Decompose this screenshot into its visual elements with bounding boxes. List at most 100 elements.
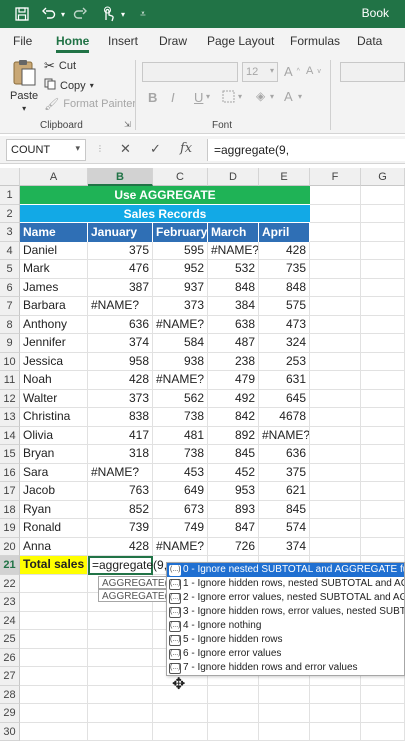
- italic-button[interactable]: I: [171, 90, 175, 105]
- row-header-7[interactable]: 7: [0, 297, 20, 316]
- table-cell[interactable]: 739: [88, 519, 153, 538]
- table-cell[interactable]: 324: [259, 334, 310, 353]
- table-cell[interactable]: 428: [88, 371, 153, 390]
- row-header-15[interactable]: 15: [0, 445, 20, 464]
- table-cell[interactable]: 492: [208, 390, 259, 409]
- grid-cell[interactable]: [361, 482, 405, 501]
- grid-cell[interactable]: [310, 316, 361, 335]
- table-cell[interactable]: 847: [208, 519, 259, 538]
- tab-data[interactable]: Data: [357, 34, 382, 48]
- grid-cell[interactable]: [153, 723, 208, 741]
- cancel-icon[interactable]: ✕: [120, 141, 131, 157]
- row-header-21[interactable]: 21: [0, 556, 20, 575]
- row-header-26[interactable]: 26: [0, 649, 20, 668]
- grid-cell[interactable]: [310, 260, 361, 279]
- grid-cell[interactable]: [310, 445, 361, 464]
- autocomplete-option[interactable]: (...)6 - Ignore error values: [167, 647, 404, 661]
- table-cell[interactable]: 893: [208, 501, 259, 520]
- row-header-30[interactable]: 30: [0, 723, 20, 741]
- table-cell[interactable]: 575: [259, 297, 310, 316]
- table-cell[interactable]: Barbara: [20, 297, 88, 316]
- table-cell[interactable]: 487: [208, 334, 259, 353]
- name-box[interactable]: COUNT ▾: [6, 139, 86, 161]
- active-cell-editor[interactable]: =aggregate(9,: [88, 556, 153, 575]
- grid-cell[interactable]: [361, 371, 405, 390]
- grid-cell[interactable]: [259, 723, 310, 741]
- table-cell[interactable]: Sara: [20, 464, 88, 483]
- row-header-19[interactable]: 19: [0, 519, 20, 538]
- grid-cell[interactable]: [88, 723, 153, 741]
- borders-dropdown-icon[interactable]: ▾: [238, 92, 242, 101]
- table-cell[interactable]: 848: [259, 279, 310, 298]
- grid-cell[interactable]: [88, 686, 153, 705]
- row-header-11[interactable]: 11: [0, 371, 20, 390]
- increase-font-icon[interactable]: A^: [284, 64, 300, 79]
- row-header-14[interactable]: 14: [0, 427, 20, 446]
- table-cell[interactable]: Olivia: [20, 427, 88, 446]
- grid-cell[interactable]: [361, 205, 405, 224]
- tab-home[interactable]: Home: [56, 34, 89, 48]
- row-header-20[interactable]: 20: [0, 538, 20, 557]
- column-header-d[interactable]: D: [208, 168, 259, 186]
- grid-cell[interactable]: [310, 205, 361, 224]
- row-header-6[interactable]: 6: [0, 279, 20, 298]
- table-cell[interactable]: 842: [208, 408, 259, 427]
- redo-icon[interactable]: [72, 5, 88, 23]
- customize-icon[interactable]: ⩡: [136, 5, 150, 23]
- table-cell[interactable]: 726: [208, 538, 259, 557]
- grid-cell[interactable]: [88, 612, 153, 631]
- touch-mode-icon[interactable]: [98, 5, 118, 23]
- column-header-f[interactable]: F: [310, 168, 361, 186]
- grid-cell[interactable]: [20, 686, 88, 705]
- table-cell[interactable]: 374: [259, 538, 310, 557]
- column-header-e[interactable]: E: [259, 168, 310, 186]
- table-cell[interactable]: 636: [259, 445, 310, 464]
- grid-cell[interactable]: [310, 353, 361, 372]
- row-header-22[interactable]: 22: [0, 575, 20, 594]
- table-cell[interactable]: Ryan: [20, 501, 88, 520]
- grid-cell[interactable]: [310, 482, 361, 501]
- table-cell[interactable]: 852: [88, 501, 153, 520]
- grid-cell[interactable]: [361, 519, 405, 538]
- cut-button[interactable]: ✂ Cut: [44, 58, 76, 74]
- row-header-24[interactable]: 24: [0, 612, 20, 631]
- table-cell[interactable]: 645: [259, 390, 310, 409]
- undo-icon[interactable]: [40, 5, 58, 23]
- grid-cell[interactable]: [361, 408, 405, 427]
- table-cell[interactable]: 738: [153, 445, 208, 464]
- touch-mode-dropdown-icon[interactable]: ▾: [118, 5, 128, 23]
- clipboard-launcher-icon[interactable]: ⇲: [124, 120, 131, 129]
- table-cell[interactable]: 673: [153, 501, 208, 520]
- table-cell[interactable]: #NAME?: [153, 538, 208, 557]
- grid-cell[interactable]: [310, 464, 361, 483]
- row-header-12[interactable]: 12: [0, 390, 20, 409]
- table-cell[interactable]: Mark: [20, 260, 88, 279]
- column-header-g[interactable]: G: [361, 168, 405, 186]
- table-cell[interactable]: 892: [208, 427, 259, 446]
- tab-file[interactable]: File: [13, 34, 32, 48]
- grid-cell[interactable]: [310, 297, 361, 316]
- table-cell[interactable]: 473: [259, 316, 310, 335]
- grid-cell[interactable]: [88, 667, 153, 686]
- table-cell[interactable]: 562: [153, 390, 208, 409]
- row-header-10[interactable]: 10: [0, 353, 20, 372]
- select-all-corner[interactable]: [0, 168, 20, 186]
- table-cell[interactable]: 375: [88, 242, 153, 261]
- row-header-1[interactable]: 1: [0, 186, 20, 205]
- tab-page-layout[interactable]: Page Layout: [207, 34, 274, 48]
- row-header-3[interactable]: 3: [0, 223, 20, 242]
- table-cell[interactable]: 763: [88, 482, 153, 501]
- table-cell[interactable]: #NAME?: [88, 297, 153, 316]
- grid-cell[interactable]: [361, 242, 405, 261]
- grid-cell[interactable]: [361, 501, 405, 520]
- grid-cell[interactable]: [361, 353, 405, 372]
- name-box-dropdown-icon[interactable]: ▾: [75, 143, 80, 154]
- grid-cell[interactable]: [361, 223, 405, 242]
- table-cell[interactable]: 649: [153, 482, 208, 501]
- column-header-b[interactable]: B: [88, 168, 153, 186]
- grid-cell[interactable]: [310, 223, 361, 242]
- table-cell[interactable]: Noah: [20, 371, 88, 390]
- table-cell[interactable]: #NAME?: [153, 371, 208, 390]
- table-cell[interactable]: 387: [88, 279, 153, 298]
- row-header-5[interactable]: 5: [0, 260, 20, 279]
